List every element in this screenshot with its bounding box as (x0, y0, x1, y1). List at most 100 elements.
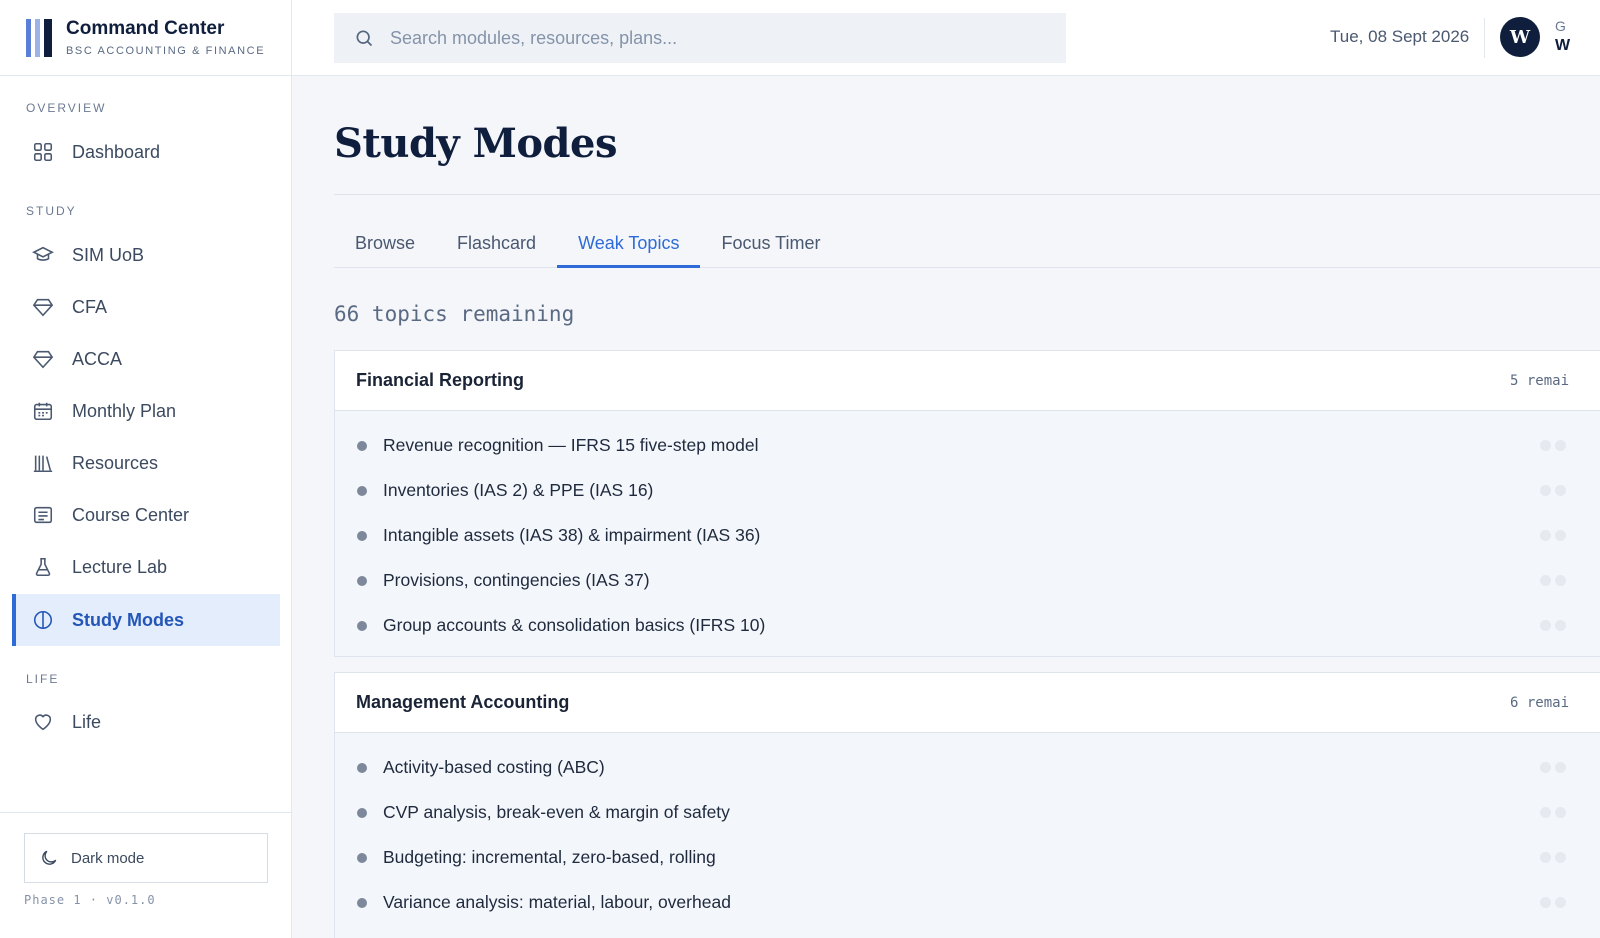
avatar[interactable]: W (1500, 17, 1540, 57)
topic-group-count: 5 remai (1510, 373, 1570, 389)
dark-mode-label: Dark mode (71, 849, 145, 867)
rating-dots[interactable] (1540, 530, 1566, 541)
rating-dots[interactable] (1540, 852, 1566, 863)
list-item[interactable]: Group accounts & consolidation basics (I… (335, 603, 1600, 648)
rating-dots[interactable] (1540, 575, 1566, 586)
topic-label: Activity-based costing (ABC) (383, 757, 605, 777)
bullet-icon (357, 762, 367, 773)
moon-icon (42, 850, 57, 865)
topic-label: Variance analysis: material, labour, ove… (383, 892, 731, 912)
bullet-icon (357, 485, 367, 496)
search-input[interactable] (390, 27, 1030, 49)
sidebar-item-resources[interactable]: Resources (12, 437, 280, 489)
sidebar: Command Center BSC ACCOUNTING & FINANCE … (0, 0, 292, 938)
topic-label: Inventories (IAS 2) & PPE (IAS 16) (383, 480, 654, 500)
sidebar-item-label: Dashboard (72, 141, 161, 162)
topic-group-management-accounting: Management Accounting 6 remai Activity-b… (334, 672, 1600, 938)
list-item[interactable]: Activity-based costing (ABC) (335, 745, 1600, 790)
sidebar-item-monthly-plan[interactable]: Monthly Plan (12, 385, 280, 437)
rating-dots[interactable] (1540, 897, 1566, 908)
search-icon (356, 30, 373, 47)
topic-group-header[interactable]: Financial Reporting 5 remai (335, 351, 1600, 411)
user-name: W (1555, 37, 1571, 54)
rating-dots[interactable] (1540, 762, 1566, 773)
bullet-icon (357, 897, 367, 908)
brand-subtitle: BSC ACCOUNTING & FINANCE (66, 45, 266, 57)
page-title: Study Modes (334, 120, 617, 167)
topic-group-header[interactable]: Management Accounting 6 remai (335, 673, 1600, 733)
sidebar-item-label: Monthly Plan (72, 400, 177, 421)
top-header: Tue, 08 Sept 2026 W G W (292, 0, 1600, 76)
title-divider (334, 194, 1600, 195)
tab-weak-topics[interactable]: Weak Topics (557, 224, 701, 268)
sidebar-item-cfa[interactable]: CFA (12, 281, 280, 333)
list-item[interactable]: Revenue recognition — IFRS 15 five-step … (335, 423, 1600, 468)
sidebar-item-lecture-lab[interactable]: Lecture Lab (12, 541, 280, 593)
document-icon (32, 504, 54, 526)
sidebar-item-dashboard[interactable]: Dashboard (12, 126, 280, 178)
sidebar-item-label: ACCA (72, 348, 123, 369)
search-bar[interactable] (334, 13, 1066, 63)
heart-icon (32, 711, 54, 733)
brand-title: Command Center (66, 18, 225, 39)
topic-list: Activity-based costing (ABC) CVP analysi… (335, 733, 1600, 938)
tab-flashcard[interactable]: Flashcard (436, 224, 557, 268)
study-mode-tabs: Browse Flashcard Weak Topics Focus Timer (334, 224, 1600, 268)
topic-list: Revenue recognition — IFRS 15 five-step … (335, 411, 1600, 656)
tab-focus-timer[interactable]: Focus Timer (700, 224, 841, 268)
brand-logo-icon (26, 18, 52, 57)
version-label: Phase 1 · v0.1.0 (24, 893, 156, 907)
topic-label: Provisions, contingencies (IAS 37) (383, 570, 650, 590)
list-item[interactable]: Variance analysis: material, labour, ove… (335, 880, 1600, 925)
graduation-cap-icon (32, 244, 54, 266)
sidebar-footer: Dark mode Phase 1 · v0.1.0 (0, 812, 291, 938)
rating-dots[interactable] (1540, 485, 1566, 496)
topic-group-count: 6 remai (1510, 695, 1570, 711)
calendar-icon (32, 400, 54, 422)
bullet-icon (357, 620, 367, 631)
bullet-icon (357, 440, 367, 451)
current-date: Tue, 08 Sept 2026 (1330, 27, 1470, 46)
topic-group-financial-reporting: Financial Reporting 5 remai Revenue reco… (334, 350, 1600, 657)
sidebar-item-label: Lecture Lab (72, 556, 168, 577)
sidebar-item-course-center[interactable]: Course Center (12, 489, 280, 541)
sidebar-item-study-modes[interactable]: Study Modes (12, 594, 280, 646)
tab-browse[interactable]: Browse (334, 224, 436, 268)
list-item[interactable]: Budgeting: incremental, zero-based, roll… (335, 835, 1600, 880)
rating-dots[interactable] (1540, 440, 1566, 451)
sidebar-item-sim-uob[interactable]: SIM UoB (12, 229, 280, 281)
list-item[interactable]: CVP analysis, break-even & margin of saf… (335, 790, 1600, 835)
topic-label: Group accounts & consolidation basics (I… (383, 615, 766, 635)
sidebar-item-life[interactable]: Life (12, 696, 280, 748)
list-item[interactable]: Inventories (IAS 2) & PPE (IAS 16) (335, 468, 1600, 513)
diamond-icon (32, 348, 54, 370)
sidebar-item-label: Study Modes (72, 609, 185, 630)
topic-label: CVP analysis, break-even & margin of saf… (383, 802, 730, 822)
topic-label: Intangible assets (IAS 38) & impairment … (383, 525, 761, 545)
nav-section-study: STUDY (26, 204, 77, 218)
sidebar-item-label: CFA (72, 296, 108, 317)
list-item[interactable]: Provisions, contingencies (IAS 37) (335, 558, 1600, 603)
flask-icon (32, 556, 54, 578)
rating-dots[interactable] (1540, 620, 1566, 631)
topic-group-title: Financial Reporting (356, 370, 525, 390)
main-content: Study Modes Browse Flashcard Weak Topics… (292, 76, 1600, 938)
topic-label: Budgeting: incremental, zero-based, roll… (383, 847, 716, 867)
sidebar-item-label: Course Center (72, 504, 190, 525)
bullet-icon (357, 530, 367, 541)
topic-group-title: Management Accounting (356, 692, 570, 712)
sidebar-item-acca[interactable]: ACCA (12, 333, 280, 385)
bullet-icon (357, 807, 367, 818)
nav-section-life: LIFE (26, 672, 60, 686)
brand[interactable]: Command Center BSC ACCOUNTING & FINANCE (0, 0, 291, 76)
half-circle-icon (32, 609, 54, 631)
diamond-icon (32, 296, 54, 318)
library-icon (32, 452, 54, 474)
list-item[interactable]: Intangible assets (IAS 38) & impairment … (335, 513, 1600, 558)
header-divider (1484, 18, 1485, 58)
greeting-text: G (1555, 18, 1566, 34)
rating-dots[interactable] (1540, 807, 1566, 818)
dark-mode-toggle[interactable]: Dark mode (24, 833, 268, 883)
bullet-icon (357, 575, 367, 586)
sidebar-item-label: Resources (72, 452, 159, 473)
